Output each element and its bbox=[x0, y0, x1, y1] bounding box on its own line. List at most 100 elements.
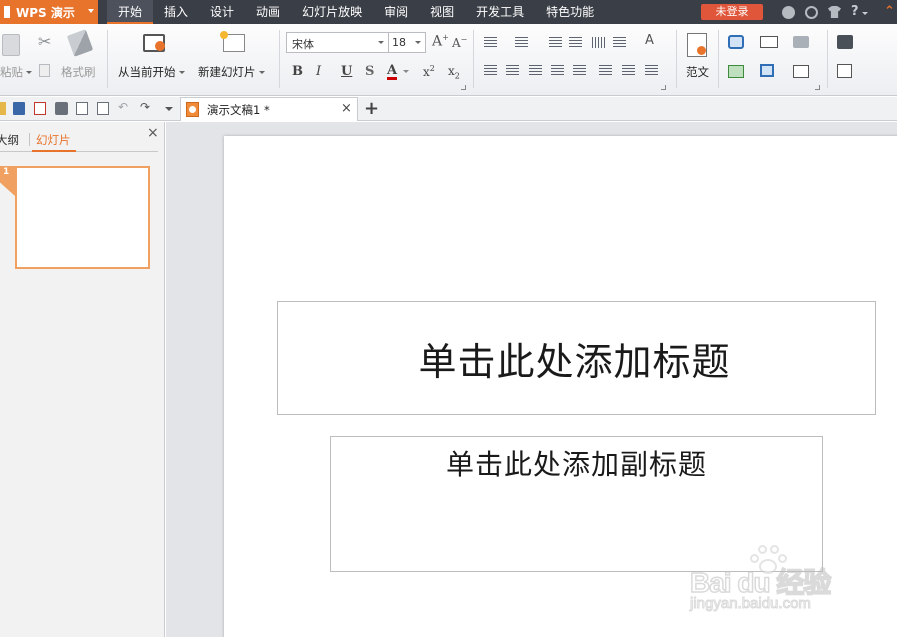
preview-icon[interactable] bbox=[97, 102, 109, 115]
textbox-icon[interactable] bbox=[760, 36, 778, 48]
title-placeholder[interactable]: 单击此处添加标题 bbox=[277, 301, 876, 415]
tab-underline bbox=[0, 151, 158, 152]
subscript-icon[interactable]: x2 bbox=[448, 64, 460, 80]
select-icon[interactable] bbox=[837, 64, 852, 78]
tab-slideshow[interactable]: 幻灯片放映 bbox=[291, 0, 373, 24]
watermark-url: jingyan.baidu.com bbox=[690, 595, 812, 613]
play-from-current-icon[interactable] bbox=[143, 34, 165, 52]
subtitle-placeholder-text: 单击此处添加副标题 bbox=[445, 448, 707, 481]
bold-icon[interactable]: B bbox=[292, 64, 303, 79]
justify-icon[interactable] bbox=[551, 65, 564, 76]
new-slide-button[interactable]: 新建幻灯片 bbox=[198, 64, 265, 80]
ribbon: ✂ 粘贴 格式刷 从当前开始 新建幻灯片 宋体 18 A+ A− B I U S… bbox=[0, 24, 897, 96]
template-button[interactable]: 范文 bbox=[686, 64, 709, 80]
format-painter-label[interactable]: 格式刷 bbox=[61, 64, 96, 80]
paste-label[interactable]: 粘贴 bbox=[0, 64, 32, 80]
presentation-file-icon bbox=[186, 102, 199, 117]
outdent-icon[interactable] bbox=[549, 37, 562, 48]
distribute-icon[interactable] bbox=[573, 65, 586, 76]
tab-special-features[interactable]: 特色功能 bbox=[535, 0, 605, 24]
underline-icon[interactable]: U bbox=[341, 64, 352, 79]
arrange-icon[interactable] bbox=[760, 64, 774, 77]
tab-developer[interactable]: 开发工具 bbox=[465, 0, 535, 24]
new-tab-icon[interactable]: + bbox=[364, 98, 379, 119]
paragraph-dialog-launcher-icon[interactable] bbox=[661, 85, 666, 90]
align-right-icon[interactable] bbox=[529, 65, 542, 76]
drawing-dialog-launcher-icon[interactable] bbox=[815, 85, 820, 90]
italic-icon[interactable]: I bbox=[316, 64, 321, 79]
tab-slides[interactable]: 幻灯片 bbox=[36, 132, 71, 148]
template-icon[interactable] bbox=[687, 33, 707, 57]
font-name-select[interactable]: 宋体 bbox=[286, 32, 389, 53]
tab-divider bbox=[29, 133, 30, 146]
tab-review[interactable]: 审阅 bbox=[373, 0, 419, 24]
bullets-icon[interactable] bbox=[484, 37, 497, 48]
copy-icon[interactable] bbox=[39, 64, 50, 77]
save-icon[interactable] bbox=[13, 102, 25, 115]
tab-view[interactable]: 视图 bbox=[419, 0, 465, 24]
align-text-icon[interactable] bbox=[613, 37, 626, 48]
slide-number-badge: 1 bbox=[0, 166, 15, 196]
font-color-dropdown-icon[interactable] bbox=[403, 70, 409, 73]
login-button[interactable]: 未登录 bbox=[701, 4, 763, 20]
font-size-select[interactable]: 18 bbox=[388, 32, 426, 53]
print-preview-icon[interactable] bbox=[76, 102, 88, 115]
close-tab-icon[interactable]: × bbox=[341, 101, 352, 116]
wps-presentation-window: WPS 演示 开始 插入 设计 动画 幻灯片放映 审阅 视图 开发工具 特色功能… bbox=[0, 0, 897, 637]
play-from-current-button[interactable]: 从当前开始 bbox=[118, 64, 185, 80]
slide-thumbnail[interactable] bbox=[15, 166, 150, 269]
menu-bar: WPS 演示 开始 插入 设计 动画 幻灯片放映 审阅 视图 开发工具 特色功能… bbox=[0, 0, 897, 24]
app-name: WPS 演示 bbox=[16, 5, 75, 20]
shadow-icon[interactable]: S bbox=[365, 64, 374, 79]
wps-logo-icon bbox=[4, 6, 10, 18]
cut-icon[interactable]: ✂ bbox=[38, 32, 51, 51]
tab-insert[interactable]: 插入 bbox=[153, 0, 199, 24]
customize-toolbar-icon[interactable] bbox=[165, 107, 173, 111]
tab-outline[interactable]: 大纲 bbox=[0, 132, 19, 148]
line-spacing-icon[interactable] bbox=[599, 65, 612, 76]
grow-font-icon[interactable]: A+ bbox=[432, 33, 449, 50]
skin-icon[interactable] bbox=[782, 6, 795, 19]
align-center-icon[interactable] bbox=[506, 65, 519, 76]
export-pdf-icon[interactable] bbox=[34, 102, 46, 115]
paste-icon[interactable] bbox=[2, 34, 20, 56]
picture-icon[interactable] bbox=[728, 65, 744, 78]
help-icon[interactable]: ? bbox=[851, 4, 868, 19]
print-icon[interactable] bbox=[55, 102, 68, 115]
find-icon[interactable] bbox=[837, 35, 853, 49]
superscript-icon[interactable]: x2 bbox=[423, 64, 435, 79]
indent-icon[interactable] bbox=[569, 37, 582, 48]
text-direction-icon[interactable] bbox=[592, 37, 605, 48]
baidu-jingyan-watermark: Bai du 经验 jingyan.baidu.com bbox=[689, 545, 860, 620]
chevron-down-icon bbox=[88, 9, 94, 13]
paragraph-options-icon[interactable] bbox=[645, 65, 658, 76]
refresh-icon[interactable] bbox=[805, 6, 818, 19]
numbering-icon[interactable] bbox=[515, 37, 528, 48]
new-slide-icon[interactable] bbox=[220, 31, 245, 52]
pane-tabs: 大纲 幻灯片 × bbox=[0, 122, 165, 154]
font-color-icon[interactable]: A bbox=[387, 64, 398, 80]
tab-home[interactable]: 开始 bbox=[107, 0, 154, 24]
open-icon[interactable] bbox=[0, 102, 6, 115]
tab-active-indicator bbox=[32, 150, 76, 152]
format-painter-icon[interactable] bbox=[66, 29, 94, 57]
fill-icon[interactable] bbox=[793, 36, 809, 48]
document-tab[interactable]: 演示文稿1 * × bbox=[180, 97, 358, 121]
close-pane-icon[interactable]: × bbox=[147, 125, 159, 141]
tab-design[interactable]: 设计 bbox=[199, 0, 245, 24]
title-placeholder-text: 单击此处添加标题 bbox=[418, 339, 731, 384]
text-fit-icon[interactable]: A bbox=[645, 33, 654, 48]
slides-pane: 大纲 幻灯片 × 1 bbox=[0, 122, 165, 637]
tshirt-icon[interactable] bbox=[828, 6, 841, 18]
shrink-font-icon[interactable]: A− bbox=[452, 35, 467, 50]
paragraph-spacing-icon[interactable] bbox=[622, 65, 635, 76]
outline-icon[interactable] bbox=[793, 65, 809, 78]
font-dialog-launcher-icon[interactable] bbox=[461, 85, 466, 90]
tab-animation[interactable]: 动画 bbox=[245, 0, 291, 24]
align-left-icon[interactable] bbox=[484, 65, 497, 76]
collapse-ribbon-icon[interactable]: ⌃ bbox=[884, 4, 895, 19]
redo-icon[interactable]: ↷ bbox=[140, 100, 152, 114]
undo-icon[interactable]: ↶ bbox=[118, 100, 130, 114]
app-menu-button[interactable]: WPS 演示 bbox=[0, 0, 98, 24]
shapes-icon[interactable] bbox=[728, 35, 744, 49]
